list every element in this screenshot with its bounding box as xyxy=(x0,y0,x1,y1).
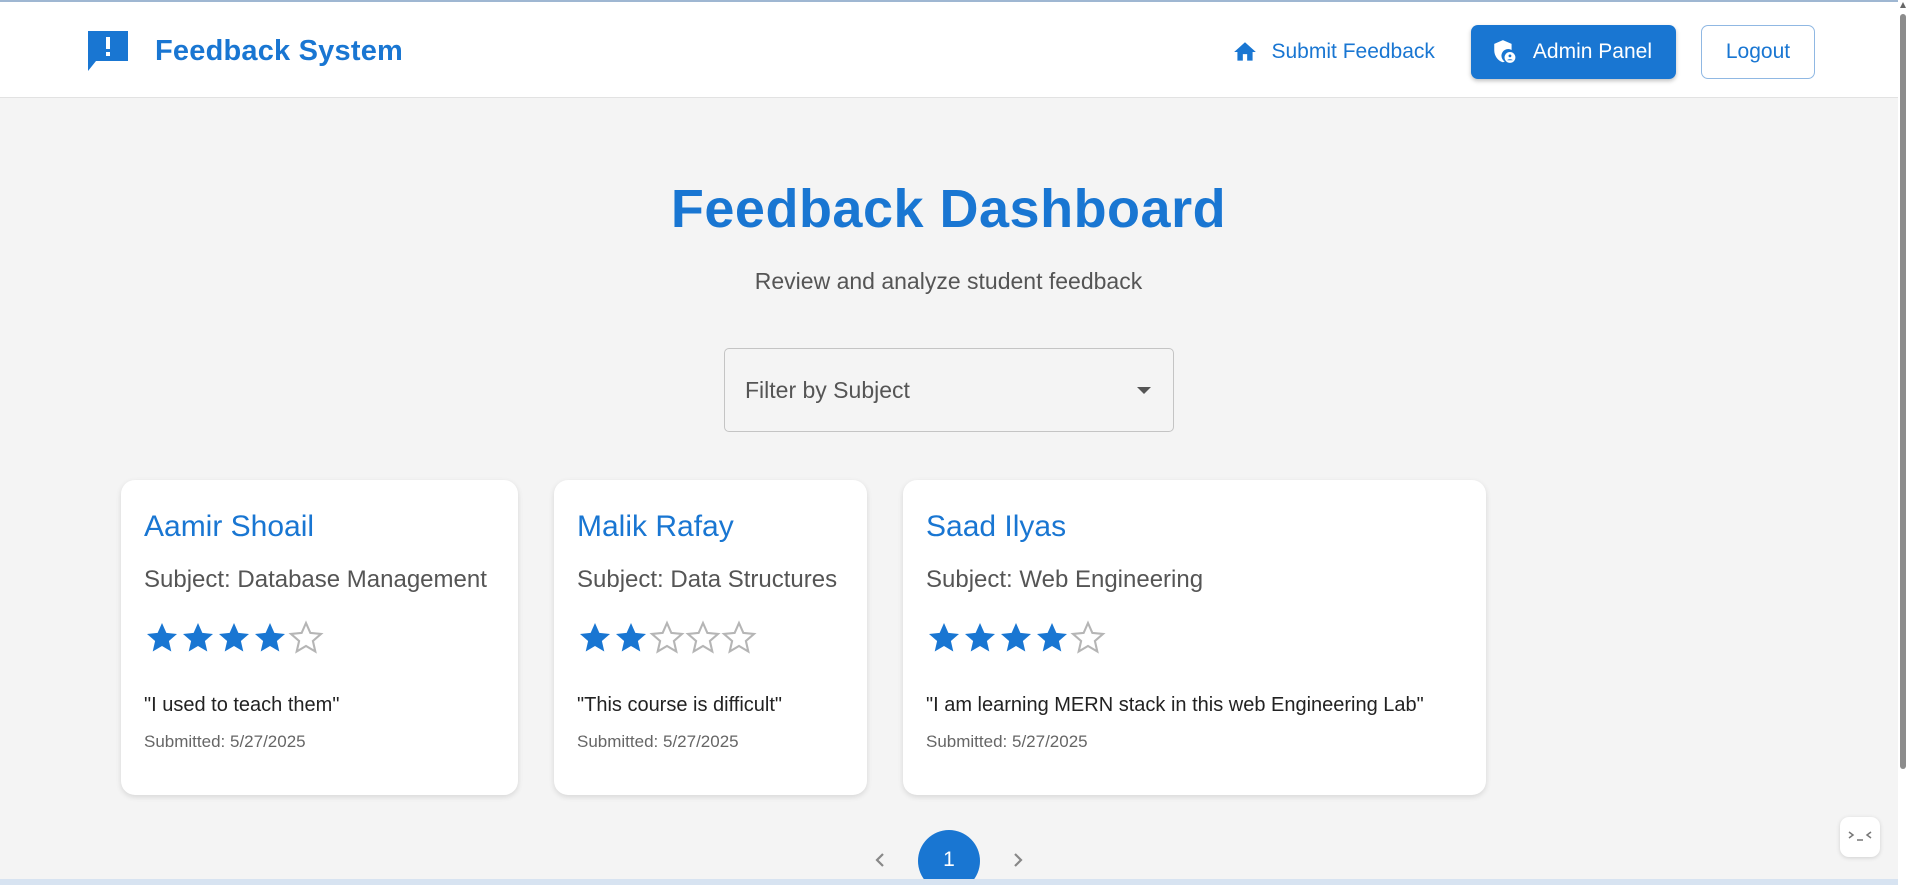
feedback-subject: Subject: Database Management xyxy=(144,566,487,593)
page-title: Feedback Dashboard xyxy=(670,179,1227,239)
face-glyph-icon xyxy=(1848,831,1872,841)
submit-feedback-label: Submit Feedback xyxy=(1271,40,1435,63)
feedback-subject: Subject: Data Structures xyxy=(577,566,838,593)
dropdown-caret-icon xyxy=(1137,387,1151,394)
pagination: 1 xyxy=(0,830,1897,885)
star-filled-icon xyxy=(255,623,285,652)
star-filled-icon xyxy=(616,623,646,652)
submitted-date: Submitted: 5/27/2025 xyxy=(577,732,739,751)
home-icon xyxy=(1233,42,1256,61)
assistant-widget-icon[interactable] xyxy=(1840,817,1880,857)
admin-panel-button[interactable]: Admin Panel xyxy=(1470,25,1676,79)
top-nav: Submit Feedback Admin Panel Logout xyxy=(1214,25,1815,79)
subject-filter-select[interactable]: Filter by Subject xyxy=(724,348,1174,432)
vertical-scrollbar[interactable] xyxy=(1898,0,1907,885)
chevron-left-icon[interactable] xyxy=(868,848,892,872)
page: Feedback System Submit Feedback Admin Pa… xyxy=(0,0,1907,885)
feedback-card: Aamir Shoail Subject: Database Managemen… xyxy=(121,480,518,795)
rating-stars xyxy=(144,620,324,656)
subject-filter-label: Filter by Subject xyxy=(745,377,910,403)
star-filled-icon xyxy=(1037,623,1067,652)
scroll-up-arrow-icon[interactable] xyxy=(1900,2,1906,8)
submitted-date: Submitted: 5/27/2025 xyxy=(144,732,306,751)
page-bottom-edge xyxy=(0,879,1907,885)
student-name: Malik Rafay xyxy=(577,510,734,543)
feedback-card: Malik Rafay Subject: Data Structures "Th… xyxy=(554,480,867,795)
feedback-card: Saad Ilyas Subject: Web Engineering "I a… xyxy=(903,480,1486,795)
app-title: Feedback System xyxy=(155,34,404,67)
submit-feedback-link[interactable]: Submit Feedback xyxy=(1214,25,1453,79)
app-bar: Feedback System Submit Feedback Admin Pa… xyxy=(0,0,1900,98)
page-1-button[interactable]: 1 xyxy=(918,830,980,885)
admin-shield-icon xyxy=(1494,40,1516,63)
star-empty-icon xyxy=(721,620,757,654)
star-filled-icon xyxy=(929,623,959,652)
feedback-subject: Subject: Web Engineering xyxy=(926,566,1204,593)
scrollbar-thumb[interactable] xyxy=(1900,14,1906,769)
star-empty-icon xyxy=(685,620,721,654)
logout-button[interactable]: Logout xyxy=(1701,25,1815,79)
feedback-announcement-icon xyxy=(88,31,128,71)
brand: Feedback System xyxy=(86,28,403,74)
feedback-comment: "I am learning MERN stack in this web En… xyxy=(926,694,1424,716)
student-name: Saad Ilyas xyxy=(926,510,1067,543)
star-filled-icon xyxy=(219,623,249,652)
star-filled-icon xyxy=(965,623,995,652)
admin-panel-label: Admin Panel xyxy=(1532,40,1652,63)
chevron-right-icon[interactable] xyxy=(1006,848,1030,872)
star-empty-icon xyxy=(1070,620,1106,654)
star-filled-icon xyxy=(1001,623,1031,652)
star-filled-icon xyxy=(183,623,213,652)
star-filled-icon xyxy=(580,623,610,652)
star-empty-icon xyxy=(649,620,685,654)
feedback-comment: "I used to teach them" xyxy=(144,694,340,716)
feedback-comment: "This course is difficult" xyxy=(577,694,783,716)
student-name: Aamir Shoail xyxy=(144,510,315,543)
rating-stars xyxy=(577,620,757,656)
star-filled-icon xyxy=(147,623,177,652)
rating-stars xyxy=(926,620,1106,656)
submitted-date: Submitted: 5/27/2025 xyxy=(926,732,1088,751)
star-empty-icon xyxy=(288,620,324,654)
page-subtitle: Review and analyze student feedback xyxy=(754,268,1143,294)
